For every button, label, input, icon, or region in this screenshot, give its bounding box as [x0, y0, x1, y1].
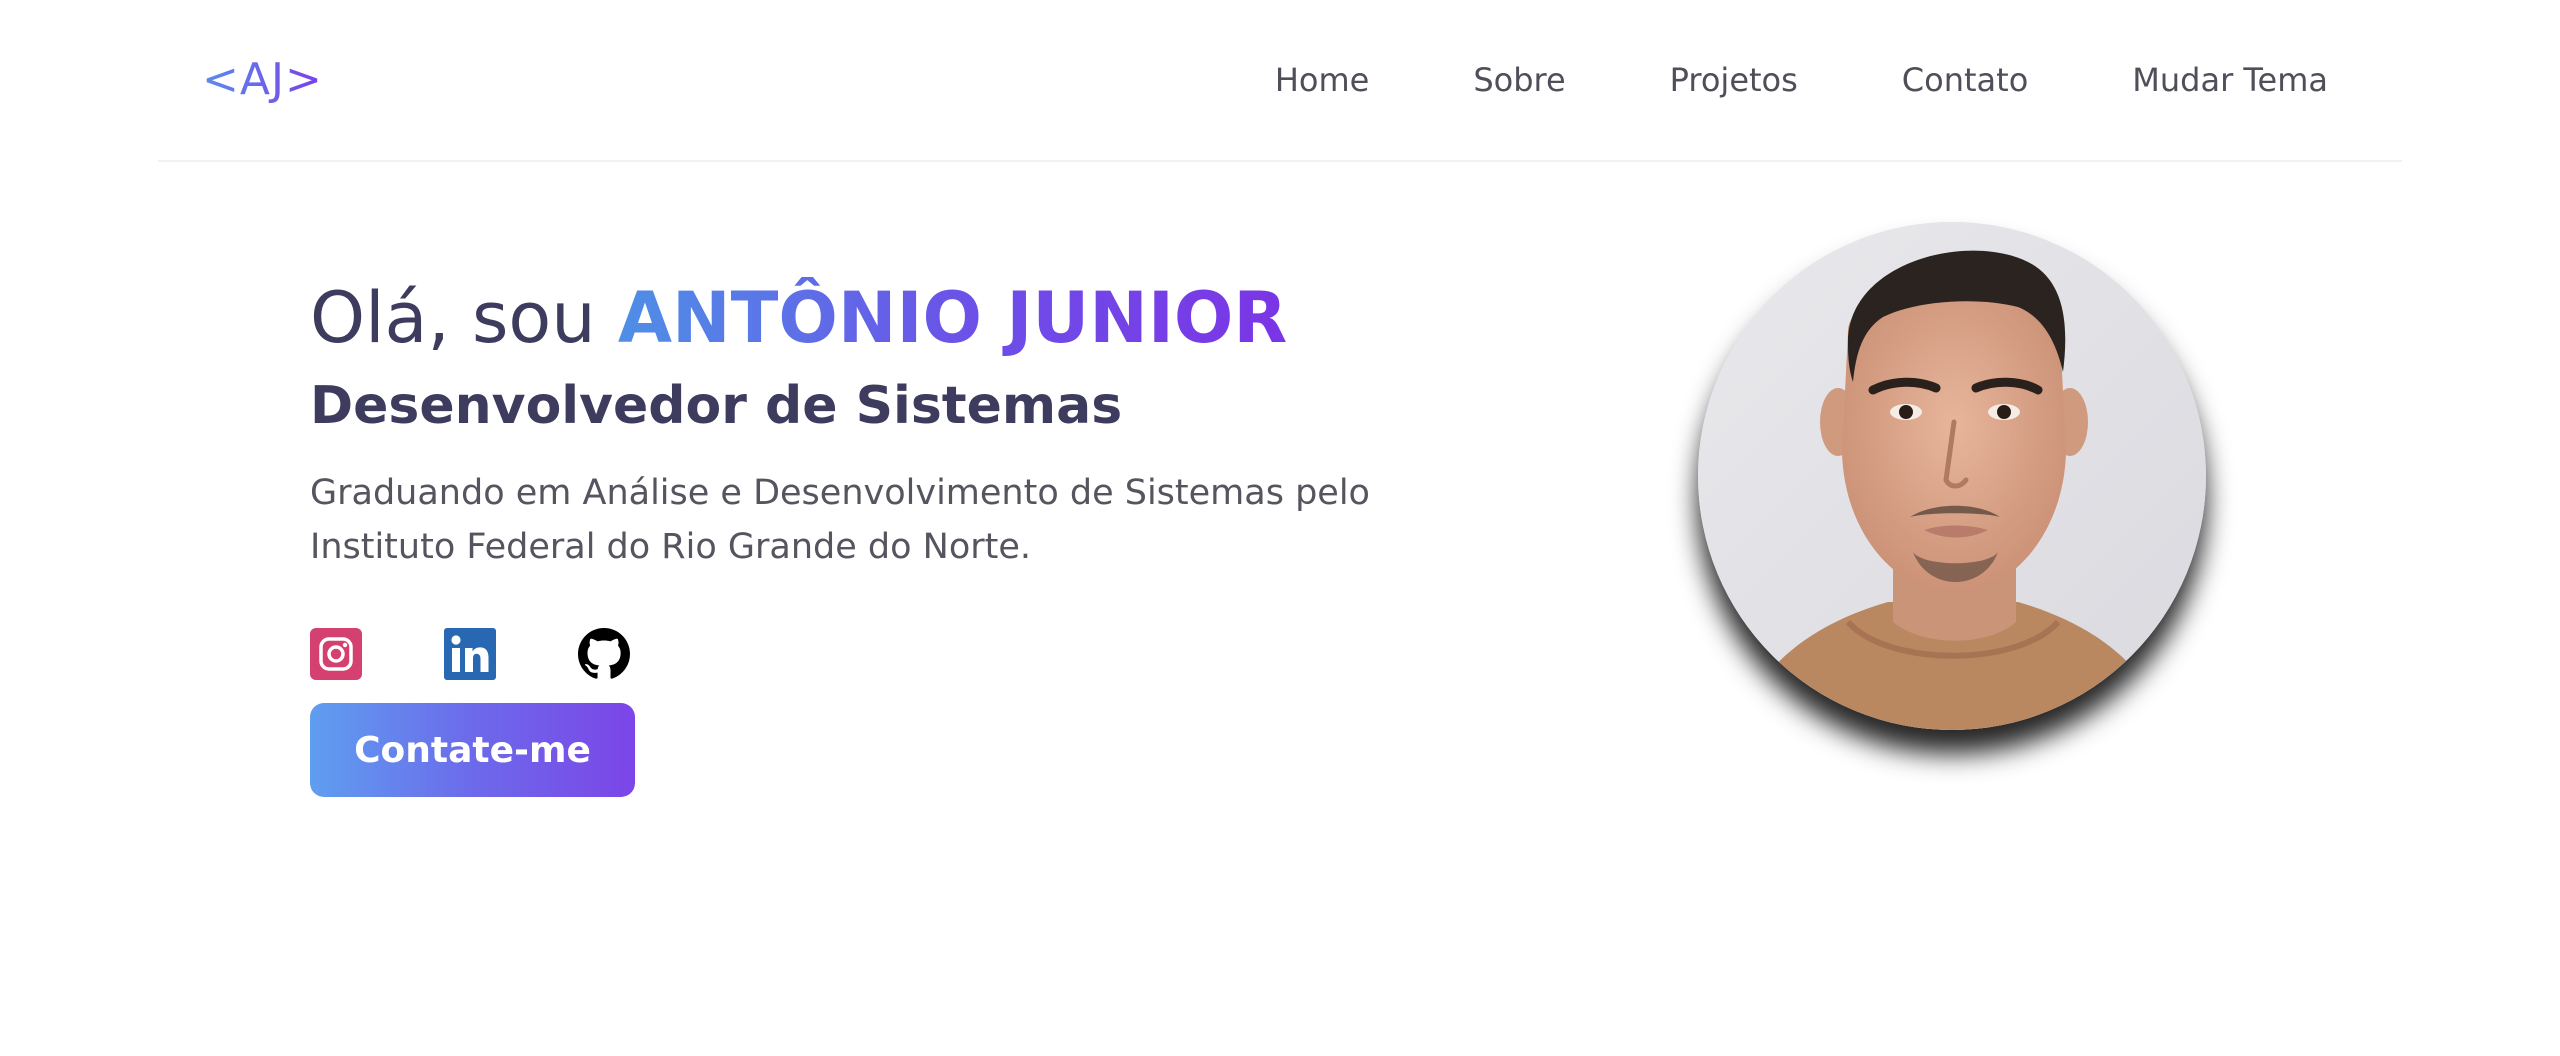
portfolio-page: <AJ> Home Sobre Projetos Contato Mudar T… [0, 0, 2560, 1056]
main-nav: Home Sobre Projetos Contato Mudar Tema [1275, 56, 2328, 104]
hero-role: Desenvolvedor de Sistemas [310, 376, 1123, 436]
linkedin-icon[interactable] [444, 628, 496, 680]
profile-photo [1698, 222, 2206, 730]
nav-link-home[interactable]: Home [1275, 56, 1370, 104]
contact-me-button[interactable]: Contate-me [310, 703, 635, 797]
hero-description: Graduando em Análise e Desenvolvimento d… [310, 473, 1370, 567]
github-icon[interactable] [578, 628, 630, 680]
instagram-icon[interactable] [310, 628, 362, 680]
nav-link-projetos[interactable]: Projetos [1670, 56, 1798, 104]
greeting-prefix: Olá, sou [310, 277, 618, 359]
nav-link-sobre[interactable]: Sobre [1473, 56, 1565, 104]
nav-link-contato[interactable]: Contato [1902, 56, 2028, 104]
hero-name: ANTÔNIO JUNIOR [617, 277, 1288, 359]
site-header: <AJ> Home Sobre Projetos Contato Mudar T… [158, 0, 2402, 162]
theme-toggle-link[interactable]: Mudar Tema [2132, 56, 2328, 104]
hero-greeting: Olá, sou ANTÔNIO JUNIOR [310, 270, 1460, 366]
hero-section: Olá, sou ANTÔNIO JUNIOR Desenvolvedor de… [310, 270, 1460, 574]
social-links [310, 628, 630, 680]
site-logo[interactable]: <AJ> [202, 50, 323, 110]
